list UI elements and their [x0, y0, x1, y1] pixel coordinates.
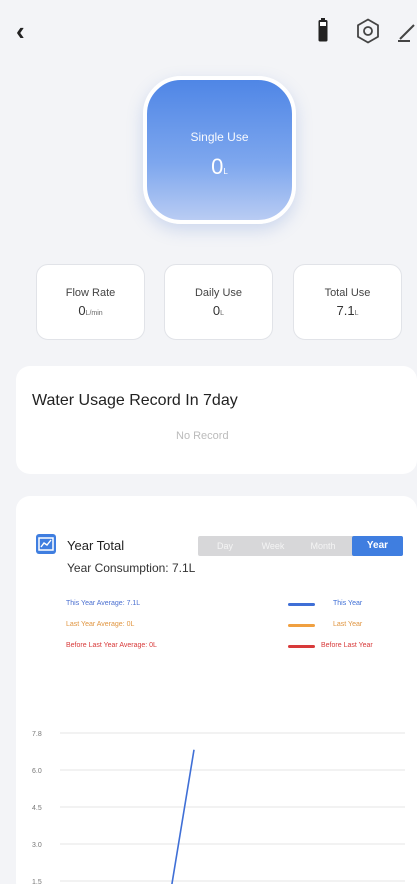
y-tick-label: 3.0 [32, 842, 42, 849]
daily-use-unit: L [220, 310, 225, 317]
y-tick-label: 1.5 [32, 879, 42, 884]
y-tick-label: 4.5 [32, 805, 42, 812]
tab-month[interactable]: Month [298, 536, 348, 556]
tab-year[interactable]: Year [352, 536, 403, 556]
daily-use-card: Daily Use 0L [164, 264, 273, 340]
year-total-title: Year Total [67, 538, 125, 553]
legend-before-last-year: Before Last Year [321, 642, 373, 649]
usage-record-title: Water Usage Record In 7day [32, 392, 238, 409]
calendar-chart-icon [36, 534, 56, 554]
total-use-value: 7.1L [294, 303, 401, 318]
last-year-average: Last Year Average: 0L [66, 621, 135, 628]
single-use-unit: L [223, 167, 228, 176]
period-tabs: Day Week Month Year [198, 536, 403, 556]
total-use-number: 7.1 [336, 303, 355, 318]
single-use-card: Single Use 0L [143, 76, 296, 224]
legend-swatch-this-year [288, 603, 315, 606]
usage-record-card[interactable] [16, 366, 417, 474]
legend-swatch-before-last-year [288, 645, 315, 648]
edit-icon[interactable] [396, 19, 417, 43]
battery-icon [318, 18, 328, 42]
settings-icon[interactable] [355, 18, 381, 44]
single-use-number: 0 [211, 154, 224, 179]
year-line-chart: 7.8 6.0 4.5 3.0 1.5 [32, 731, 405, 884]
flow-rate-unit: L/min [85, 310, 103, 317]
total-use-unit: L [354, 310, 359, 317]
single-use-value: 0L [147, 154, 292, 180]
legend-swatch-last-year [288, 624, 315, 627]
tab-day[interactable]: Day [202, 536, 248, 556]
daily-use-value: 0L [165, 303, 272, 318]
flow-rate-card: Flow Rate 0L/min [36, 264, 145, 340]
flow-rate-number: 0 [78, 303, 86, 318]
single-use-label: Single Use [190, 130, 249, 144]
legend-last-year: Last Year [333, 621, 363, 628]
daily-use-label: Daily Use [194, 287, 243, 299]
legend-this-year: This Year [333, 600, 363, 607]
total-use-card: Total Use 7.1L [293, 264, 402, 340]
this-year-average: This Year Average: 7.1L [66, 600, 141, 607]
year-consumption: Year Consumption: 7.1L [67, 561, 196, 575]
total-use-label: Total Use [324, 287, 371, 299]
no-record-text: No Record [176, 430, 229, 442]
tab-week[interactable]: Week [250, 536, 296, 556]
chevron-left-icon[interactable]: ‹ [16, 18, 40, 44]
flow-rate-label: Flow Rate [65, 287, 116, 299]
before-last-year-average: Before Last Year Average: 0L [66, 642, 157, 649]
top-bar: ‹ [0, 0, 417, 62]
flow-rate-value: 0L/min [37, 303, 144, 318]
y-tick-label: 7.8 [32, 731, 42, 738]
y-tick-label: 6.0 [32, 768, 42, 775]
